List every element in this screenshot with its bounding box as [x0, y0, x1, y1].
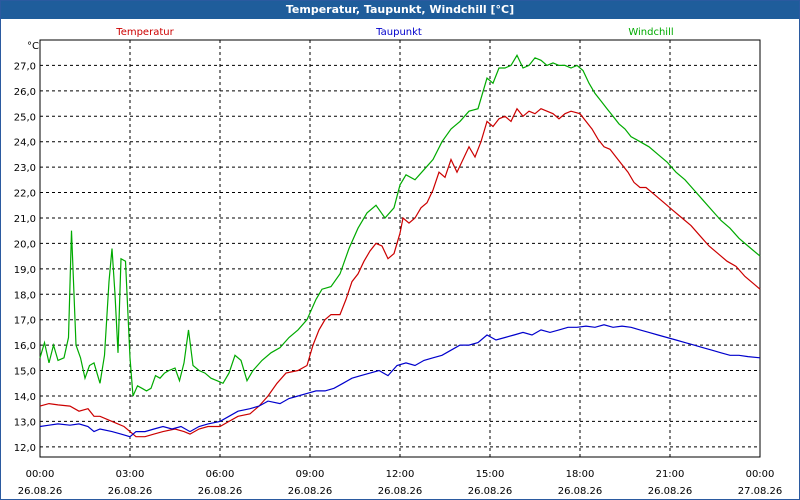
y-tick-label: 17,0 — [14, 316, 36, 327]
x-tick-time: 12:00 — [386, 469, 415, 480]
y-tick-label: 13,0 — [14, 417, 36, 428]
x-tick-date: 26.08.26 — [648, 486, 693, 497]
legend-entry-windchill: Windchill — [628, 27, 673, 38]
y-tick-label: 21,0 — [14, 214, 36, 225]
y-tick-label: 19,0 — [14, 265, 36, 276]
y-tick-label: 23,0 — [14, 163, 36, 174]
x-tick-time: 00:00 — [746, 469, 775, 480]
chart: 12,0 13,0 14,0 15,0 16,0 17,0 18,0 19,0 20,0 21,0… — [14, 27, 783, 497]
x-tick-time: 00:00 — [26, 469, 55, 480]
x-tick-date: 26.08.26 — [108, 486, 153, 497]
legend-entry-temperatur: Temperatur — [115, 27, 174, 38]
x-tick-date: 26.08.26 — [378, 486, 423, 497]
x-tick-time: 06:00 — [206, 469, 235, 480]
y-tick-label: 25,0 — [14, 112, 36, 123]
x-tick-time: 03:00 — [116, 469, 145, 480]
y-tick-label: 12,0 — [14, 443, 36, 454]
y-axis-label: °C — [27, 41, 39, 52]
x-tick-date: 26.08.26 — [468, 486, 513, 497]
x-tick-date: 26.08.26 — [18, 486, 63, 497]
grid — [40, 40, 760, 457]
x-tick-time: 18:00 — [566, 469, 595, 480]
y-tick-label: 26,0 — [14, 87, 36, 98]
labels: 12,0 13,0 14,0 15,0 16,0 17,0 18,0 19,0 20,0 21,0… — [14, 27, 783, 497]
legend-entry-taupunkt: Taupunkt — [375, 27, 422, 38]
y-tick-label: 18,0 — [14, 290, 36, 301]
series-line-temperatur — [39, 107, 761, 438]
x-tick-time: 15:00 — [476, 469, 505, 480]
x-tick-date: 27.08.26 — [738, 486, 783, 497]
y-tick-label: 14,0 — [14, 392, 36, 403]
y-tick-label: 22,0 — [14, 189, 36, 200]
chart-window: Temperatur, Taupunkt, Windchill [°C] 12,… — [0, 0, 800, 500]
x-tick-time: 09:00 — [296, 469, 325, 480]
x-tick-date: 26.08.26 — [558, 486, 603, 497]
y-tick-label: 16,0 — [14, 341, 36, 352]
y-tick-label: 24,0 — [14, 138, 36, 149]
y-tick-label: 27,0 — [14, 61, 36, 72]
y-tick-label: 15,0 — [14, 367, 36, 378]
y-tick-label: 20,0 — [14, 239, 36, 250]
x-tick-date: 26.08.26 — [198, 486, 243, 497]
x-tick-date: 26.08.26 — [288, 486, 333, 497]
x-tick-time: 21:00 — [656, 469, 685, 480]
